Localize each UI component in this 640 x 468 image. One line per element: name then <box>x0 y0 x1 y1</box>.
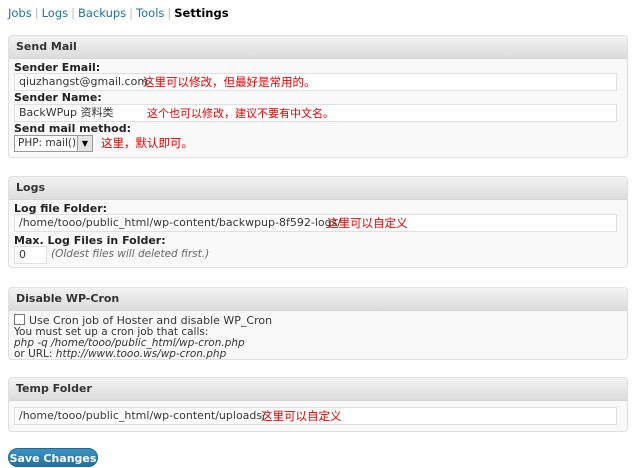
sender-name-note: 这个也可以修改，建议不要有中文名。 <box>147 107 334 120</box>
log-folder-note: 这里可以自定义 <box>327 216 408 230</box>
subnav-separator: | <box>34 6 39 20</box>
sender-email-input[interactable]: qiuzhangst@gmail.com <box>14 73 617 91</box>
log-folder-input[interactable]: /home/tooo/public_html/wp-content/backwp… <box>14 214 617 232</box>
subnav: Jobs | Logs | Backups | Tools | Settings <box>8 6 229 20</box>
subnav-tools[interactable]: Tools <box>136 6 164 20</box>
subnav-separator: | <box>71 6 76 20</box>
temp-folder-box: Temp Folder /home/tooo/public_html/wp-co… <box>8 377 628 432</box>
subnav-separator: | <box>129 6 134 20</box>
send-method-select[interactable]: PHP: mail() ▼ <box>14 135 93 152</box>
subnav-settings[interactable]: Settings <box>174 6 228 20</box>
send-method-value: PHP: mail() <box>18 137 77 149</box>
max-logs-hint: (Oldest files will deleted first.) <box>51 248 210 260</box>
send-mail-title: Send Mail <box>9 36 627 59</box>
subnav-backups[interactable]: Backups <box>78 6 126 20</box>
wp-cron-box: Disable WP-Cron Use Cron job of Hoster a… <box>8 287 628 360</box>
send-method-label: Send mail method: <box>14 122 132 135</box>
cron-checkbox[interactable] <box>14 314 25 325</box>
subnav-jobs[interactable]: Jobs <box>8 6 32 20</box>
logs-title: Logs <box>9 177 627 200</box>
send-mail-box: Send Mail Sender Email: qiuzhangst@gmail… <box>8 35 628 158</box>
sender-name-label: Sender Name: <box>14 91 102 104</box>
subnav-logs[interactable]: Logs <box>42 6 69 20</box>
cron-url-line: or URL: http://www.tooo.ws/wp-cron.php <box>14 348 226 360</box>
subnav-separator: | <box>167 6 172 20</box>
save-changes-button[interactable]: Save Changes <box>8 448 98 467</box>
wp-cron-title: Disable WP-Cron <box>9 288 627 311</box>
temp-folder-note: 这里可以自定义 <box>261 409 342 423</box>
chevron-down-icon[interactable]: ▼ <box>77 136 92 151</box>
logs-box: Logs Log file Folder: /home/tooo/public_… <box>8 176 628 268</box>
cron-url: http://www.tooo.ws/wp-cron.php <box>55 348 227 360</box>
send-method-note: 这里，默认即可。 <box>101 136 193 150</box>
sender-email-note: 这里可以修改，但最好是常用的。 <box>143 75 316 89</box>
max-logs-input[interactable]: 0 <box>14 246 47 264</box>
cron-url-prefix: or URL: <box>14 348 56 360</box>
temp-folder-title: Temp Folder <box>9 378 627 401</box>
